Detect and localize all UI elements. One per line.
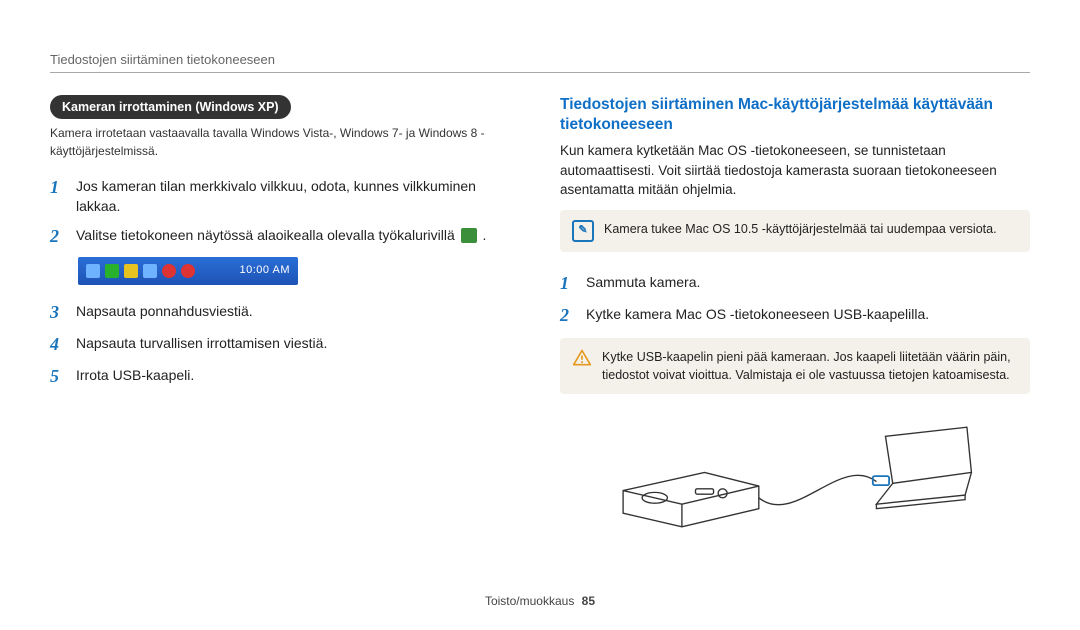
step-text: Kytke kamera Mac OS -tietokoneeseen USB-…: [586, 302, 929, 324]
step-number: 1: [50, 174, 66, 200]
taskbar-tray-icon: [162, 264, 176, 278]
taskbar-start-icon: [86, 264, 100, 278]
camera-laptop-illustration: [560, 412, 1030, 542]
step-number: 4: [50, 331, 66, 357]
header-divider: [50, 72, 1030, 73]
warning-box: Kytke USB-kaapelin pieni pää kameraan. J…: [560, 338, 1030, 394]
step-text: Irrota USB-kaapeli.: [76, 363, 194, 385]
step-number: 3: [50, 299, 66, 325]
right-column: Tiedostojen siirtäminen Mac-käyttöjärjes…: [560, 40, 1030, 542]
page-footer: Toisto/muokkaus 85: [0, 594, 1080, 608]
note-text: Kamera tukee Mac OS 10.5 -käyttöjärjeste…: [604, 220, 997, 238]
note-icon: ✎: [572, 220, 594, 242]
step-number: 1: [560, 270, 576, 296]
step-number: 2: [560, 302, 576, 328]
step-number: 5: [50, 363, 66, 389]
step-text: Jos kameran tilan merkkivalo vilkkuu, od…: [76, 174, 520, 217]
safely-remove-icon: [461, 228, 477, 243]
step-row: 1 Jos kameran tilan merkkivalo vilkkuu, …: [50, 174, 520, 217]
taskbar-tray-icon: [124, 264, 138, 278]
step-2-text: Valitse tietokoneen näytössä alaoikealla…: [76, 227, 455, 243]
running-header: Tiedostojen siirtäminen tietokoneeseen: [50, 52, 275, 67]
pill-subtext: Kamera irrotetaan vastaavalla tavalla Wi…: [50, 125, 520, 160]
step-number: 2: [50, 223, 66, 249]
step-row: 4 Napsauta turvallisen irrottamisen vies…: [50, 331, 520, 357]
step-text: Sammuta kamera.: [586, 270, 700, 292]
step-row: 3 Napsauta ponnahdusviestiä.: [50, 299, 520, 325]
taskbar-tray-icon: [143, 264, 157, 278]
left-column: Kameran irrottaminen (Windows XP) Kamera…: [50, 40, 520, 542]
step-text: Napsauta ponnahdusviestiä.: [76, 299, 253, 321]
footer-section: Toisto/muokkaus: [485, 594, 574, 608]
warning-text: Kytke USB-kaapelin pieni pää kameraan. J…: [602, 348, 1018, 384]
step-row: 2 Valitse tietokoneen näytössä alaoikeal…: [50, 223, 520, 249]
page-body: Kameran irrottaminen (Windows XP) Kamera…: [0, 0, 1080, 562]
windows-taskbar-illustration: 10:00 AM: [78, 257, 298, 285]
note-box: ✎ Kamera tukee Mac OS 10.5 -käyttöjärjes…: [560, 210, 1030, 252]
intro-paragraph: Kun kamera kytketään Mac OS -tietokonees…: [560, 141, 1030, 200]
taskbar-tray-icon: [105, 264, 119, 278]
step-row: 2 Kytke kamera Mac OS -tietokoneeseen US…: [560, 302, 1030, 328]
step-text: Valitse tietokoneen näytössä alaoikealla…: [76, 223, 486, 245]
page-number: 85: [582, 594, 595, 608]
taskbar-tray-icon: [181, 264, 195, 278]
step-row: 1 Sammuta kamera.: [560, 270, 1030, 296]
section-pill: Kameran irrottaminen (Windows XP): [50, 95, 291, 119]
warning-icon: [572, 348, 592, 368]
step-row: 5 Irrota USB-kaapeli.: [50, 363, 520, 389]
step-text: Napsauta turvallisen irrottamisen viesti…: [76, 331, 327, 353]
section-heading: Tiedostojen siirtäminen Mac-käyttöjärjes…: [560, 95, 1030, 135]
taskbar-clock: 10:00 AM: [240, 263, 290, 279]
